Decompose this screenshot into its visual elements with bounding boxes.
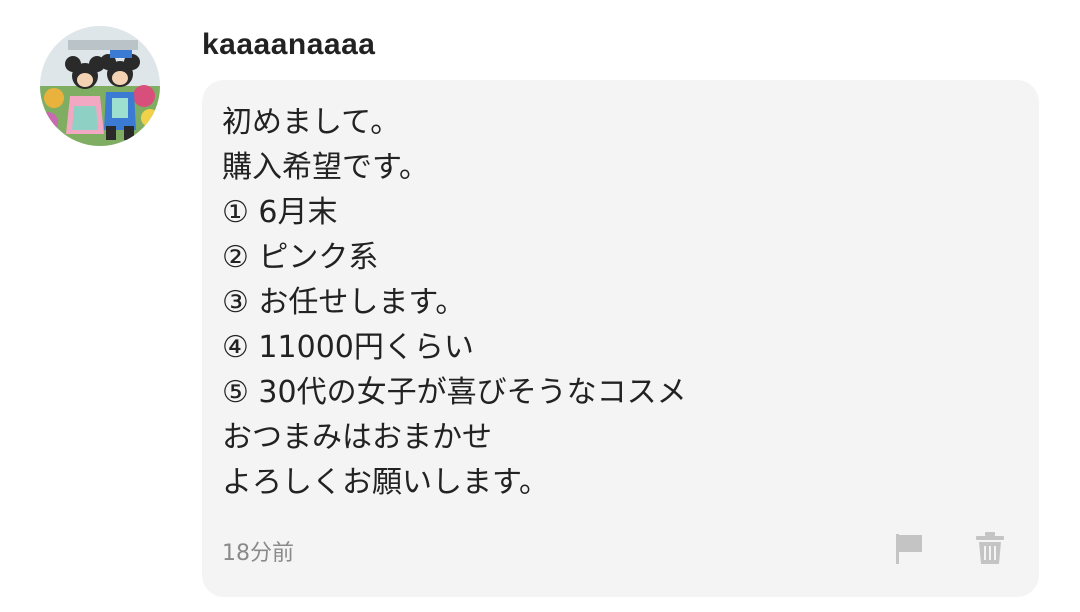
message-line: ⑤ 30代の女子が喜びそうなコスメ (222, 375, 687, 410)
username[interactable]: kaaaanaaaa (202, 28, 376, 62)
delete-button[interactable] (972, 530, 1008, 566)
message-line: ② ピンク系 (222, 240, 379, 275)
comment-message: 初めまして。 購入希望です。 ① 6月末 ② ピンク系 ③ お任せします。 ④ … (222, 100, 687, 505)
message-line: ③ お任せします。 (222, 285, 466, 320)
message-line: ① 6月末 (222, 195, 338, 230)
avatar-photo-icon (40, 26, 160, 146)
report-button[interactable] (890, 530, 926, 566)
trash-icon (976, 532, 1004, 564)
user-avatar[interactable] (40, 26, 160, 146)
message-line: 初めまして。 (222, 105, 401, 140)
message-line: おつまみはおまかせ (222, 420, 492, 455)
message-line: よろしくお願いします。 (222, 465, 549, 500)
message-line: 購入希望です。 (222, 150, 429, 185)
comment-timestamp: 18分前 (222, 541, 294, 566)
flag-icon (896, 534, 922, 564)
comment-bubble: 初めまして。 購入希望です。 ① 6月末 ② ピンク系 ③ お任せします。 ④ … (202, 80, 1039, 597)
message-line: ④ 11000円くらい (222, 330, 474, 365)
